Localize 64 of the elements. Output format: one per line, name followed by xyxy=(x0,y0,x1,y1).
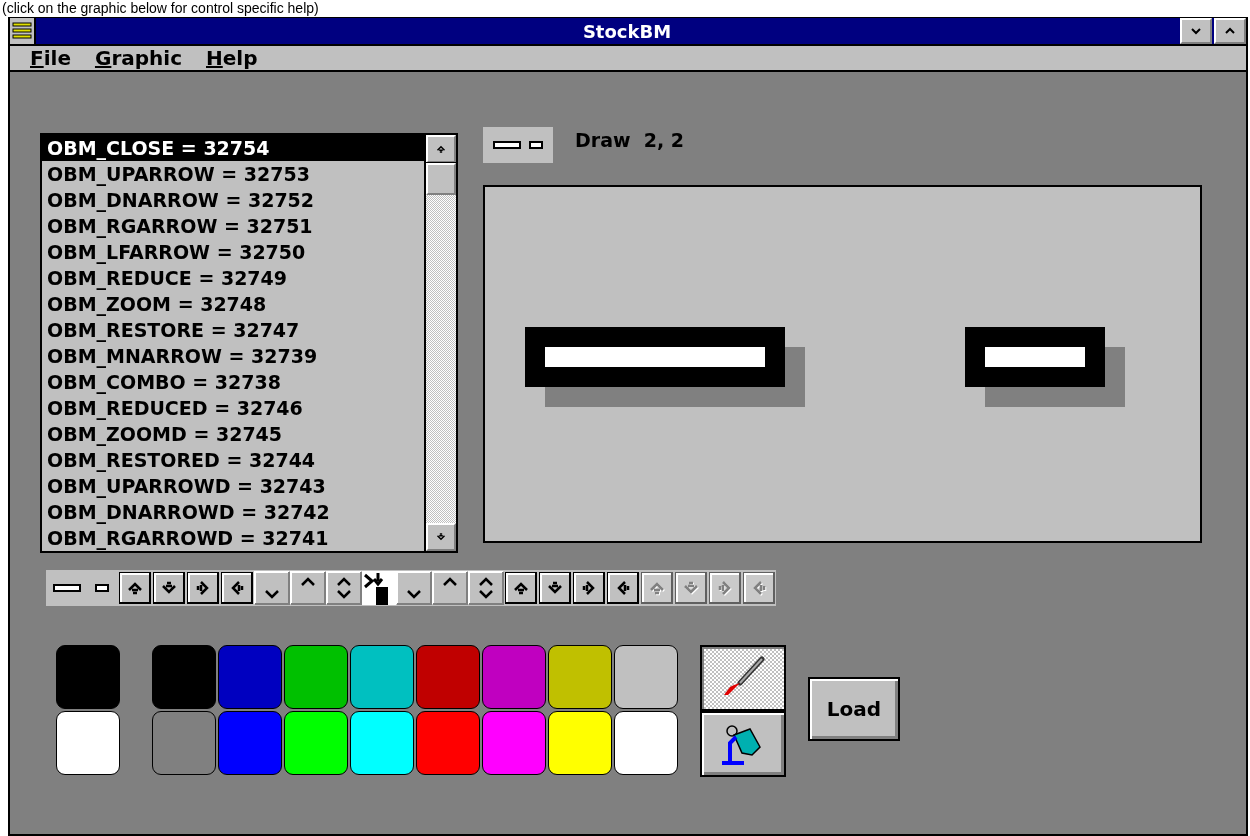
color-swatch[interactable] xyxy=(548,711,612,775)
maximize-icon[interactable] xyxy=(1214,18,1246,44)
color-swatch[interactable] xyxy=(416,645,480,709)
menu-icon[interactable] xyxy=(10,18,36,44)
color-swatch[interactable] xyxy=(614,645,678,709)
arrow-button-icon[interactable] xyxy=(572,571,606,605)
color-swatch[interactable] xyxy=(482,711,546,775)
up-down-caret-icon[interactable] xyxy=(468,571,504,605)
list-item[interactable]: OBM_MNARROW = 32739 xyxy=(42,343,424,369)
color-swatch[interactable] xyxy=(152,711,216,775)
draw-status-text: Draw 2, 2 xyxy=(575,129,685,151)
arrow-button-icon[interactable] xyxy=(538,571,572,605)
list-item[interactable]: OBM_RESTORED = 32744 xyxy=(42,447,424,473)
paint-bucket-button[interactable] xyxy=(700,711,786,777)
list-item[interactable]: OBM_DNARROWD = 32742 xyxy=(42,499,424,525)
list-item[interactable]: OBM_REDUCE = 32749 xyxy=(42,265,424,291)
color-swatch[interactable] xyxy=(350,645,414,709)
color-swatch[interactable] xyxy=(284,645,348,709)
color-swatch[interactable] xyxy=(218,645,282,709)
scrollbar[interactable] xyxy=(424,135,456,551)
brush-tool-button[interactable] xyxy=(700,645,786,711)
list-item[interactable]: OBM_UPARROW = 32753 xyxy=(42,161,424,187)
down-caret-icon[interactable] xyxy=(254,571,290,605)
arrow-button-icon[interactable] xyxy=(220,571,254,605)
arrow-button-icon[interactable] xyxy=(186,571,220,605)
menu-item[interactable]: Graphic xyxy=(90,46,186,70)
color-swatch[interactable] xyxy=(614,711,678,775)
arrow-button-icon[interactable] xyxy=(504,571,538,605)
bitmap-thumbnail xyxy=(483,127,553,163)
list-item[interactable]: OBM_REDUCED = 32746 xyxy=(42,395,424,421)
color-swatch[interactable] xyxy=(284,711,348,775)
list-item[interactable]: OBM_RGARROWD = 32741 xyxy=(42,525,424,551)
list-item[interactable]: OBM_RESTORE = 32747 xyxy=(42,317,424,343)
minimize-icon[interactable] xyxy=(1180,18,1212,44)
list-item[interactable]: OBM_COMBO = 32738 xyxy=(42,369,424,395)
list-item[interactable]: OBM_RGARROW = 32751 xyxy=(42,213,424,239)
color-swatch[interactable] xyxy=(152,645,216,709)
load-button[interactable]: Load xyxy=(808,677,900,741)
scroll-down-icon[interactable] xyxy=(426,523,456,551)
list-item[interactable]: OBM_UPARROWD = 32743 xyxy=(42,473,424,499)
color-swatch[interactable] xyxy=(350,711,414,775)
up-down-caret-icon[interactable] xyxy=(326,571,362,605)
arrow-button-icon[interactable] xyxy=(152,571,186,605)
scroll-thumb[interactable] xyxy=(426,163,456,195)
list-item[interactable]: OBM_ZOOMD = 32745 xyxy=(42,421,424,447)
arrow-button-icon[interactable] xyxy=(118,571,152,605)
color-swatch[interactable] xyxy=(548,645,612,709)
list-item[interactable]: OBM_CLOSE = 32754 xyxy=(42,135,424,161)
scroll-up-icon[interactable] xyxy=(426,135,456,163)
down-caret-icon[interactable] xyxy=(396,571,432,605)
up-caret-icon[interactable] xyxy=(290,571,326,605)
color-swatch[interactable] xyxy=(416,711,480,775)
list-item[interactable]: OBM_DNARROW = 32752 xyxy=(42,187,424,213)
caption-text: (click on the graphic below for control specific help) xyxy=(1,0,320,17)
list-item[interactable]: OBM_LFARROW = 32750 xyxy=(42,239,424,265)
color-swatch[interactable] xyxy=(482,645,546,709)
color-swatch[interactable] xyxy=(218,711,282,775)
arrow-button-icon[interactable] xyxy=(606,571,640,605)
list-item[interactable]: OBM_ZOOM = 32748 xyxy=(42,291,424,317)
menu-item[interactable]: File xyxy=(26,46,75,70)
menu-item[interactable]: Help xyxy=(202,46,262,70)
pointer-icon[interactable] xyxy=(362,571,396,605)
window-title: StockBM xyxy=(581,20,673,42)
up-caret-icon[interactable] xyxy=(432,571,468,605)
